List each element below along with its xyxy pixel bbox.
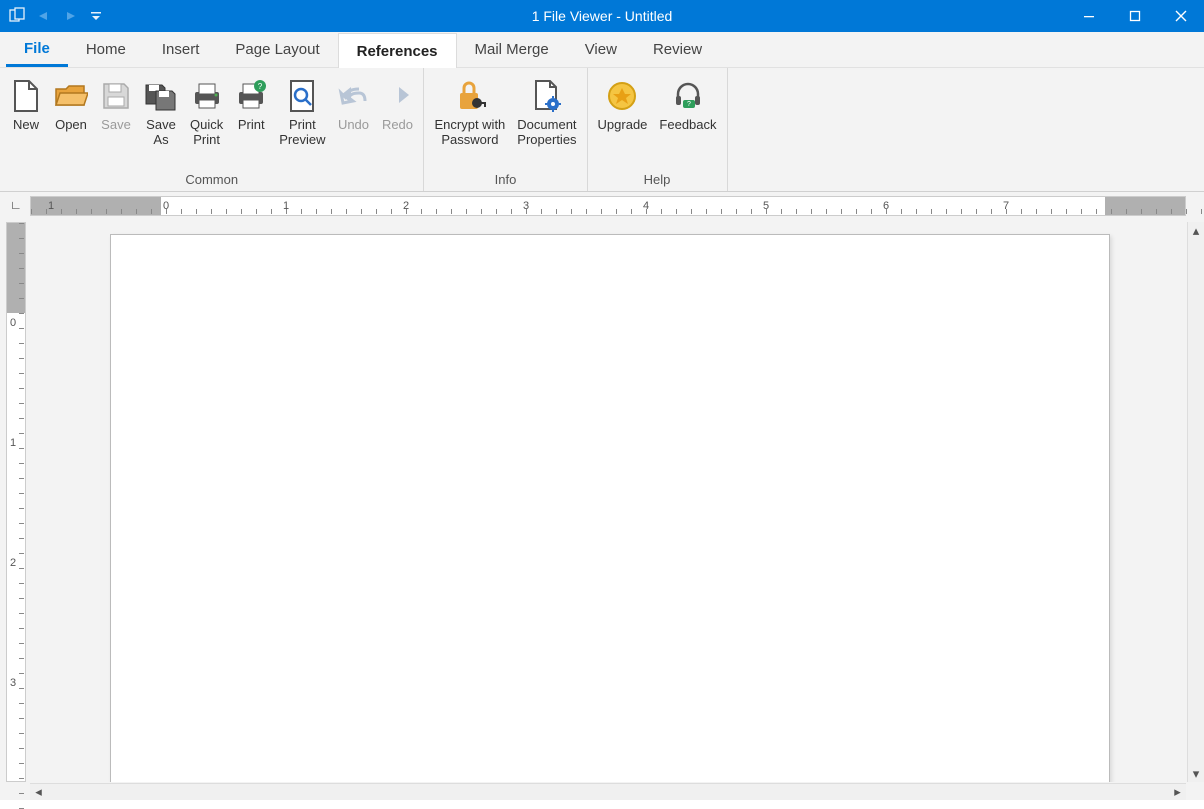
tab-insert[interactable]: Insert (144, 32, 218, 67)
qat-redo-icon[interactable] (60, 6, 80, 26)
redo-button[interactable]: Redo (375, 72, 419, 170)
print-preview-button[interactable]: Print Preview (273, 72, 331, 170)
document-page[interactable] (110, 234, 1110, 782)
quick-print-button[interactable]: Quick Print (184, 72, 229, 170)
tab-mail-merge[interactable]: Mail Merge (457, 32, 567, 67)
workspace: ∟ 1 0 1 2 3 4 5 6 7 0 1 2 3 ▴ ▾ ◂ ▸ (0, 192, 1204, 800)
redo-icon (381, 76, 413, 116)
tab-file[interactable]: File (6, 32, 68, 67)
doc-properties-button[interactable]: Document Properties (511, 72, 582, 170)
ribbon-group-help: Upgrade ? Feedback Help (588, 68, 728, 191)
encrypt-label: Encrypt with Password (434, 118, 505, 148)
svg-text:?: ? (258, 82, 263, 91)
feedback-label: Feedback (659, 118, 716, 133)
print-button[interactable]: ? Print (229, 72, 273, 170)
feedback-button[interactable]: ? Feedback (653, 72, 722, 170)
tab-home[interactable]: Home (68, 32, 144, 67)
svg-text:?: ? (687, 101, 691, 108)
upgrade-label: Upgrade (598, 118, 648, 133)
doc-properties-label: Document Properties (517, 118, 576, 148)
quick-print-label: Quick Print (190, 118, 223, 148)
save-icon (101, 76, 131, 116)
qat-customize-icon[interactable] (86, 6, 106, 26)
group-label-common: Common (4, 170, 419, 191)
app-icon (8, 6, 28, 26)
print-preview-icon (287, 76, 317, 116)
save-label: Save (101, 118, 131, 133)
feedback-headset-icon: ? (672, 76, 704, 116)
upgrade-coin-icon (606, 76, 638, 116)
new-button[interactable]: New (4, 72, 48, 170)
redo-label: Redo (382, 118, 413, 133)
upgrade-button[interactable]: Upgrade (592, 72, 654, 170)
tab-review[interactable]: Review (635, 32, 720, 67)
scroll-up-icon[interactable]: ▴ (1188, 222, 1204, 239)
save-button[interactable]: Save (94, 72, 138, 170)
horizontal-ruler[interactable]: 1 0 1 2 3 4 5 6 7 (30, 196, 1186, 216)
tab-references[interactable]: References (338, 33, 457, 68)
window-title: 1 File Viewer - Untitled (0, 8, 1204, 24)
ribbon-group-info: Encrypt with Password Document Propertie… (424, 68, 587, 191)
minimize-button[interactable] (1066, 0, 1112, 32)
open-button[interactable]: Open (48, 72, 94, 170)
horizontal-scrollbar[interactable]: ◂ ▸ (30, 783, 1186, 800)
save-as-icon (144, 76, 178, 116)
vertical-ruler[interactable]: 0 1 2 3 (6, 222, 26, 782)
ribbon-tabs: File Home Insert Page Layout References … (0, 32, 1204, 68)
vertical-scrollbar[interactable]: ▴ ▾ (1187, 222, 1204, 782)
tab-page-layout[interactable]: Page Layout (217, 32, 337, 67)
save-as-label: Save As (146, 118, 176, 148)
open-label: Open (55, 118, 87, 133)
maximize-button[interactable] (1112, 0, 1158, 32)
group-label-info: Info (428, 170, 582, 191)
open-folder-icon (54, 76, 88, 116)
ruler-corner-icon: ∟ (10, 198, 22, 212)
qat-undo-icon[interactable] (34, 6, 54, 26)
ribbon: New Open Save Save As (0, 68, 1204, 192)
undo-icon (337, 76, 369, 116)
document-gear-icon (532, 76, 562, 116)
title-bar: 1 File Viewer - Untitled (0, 0, 1204, 32)
group-label-help: Help (592, 170, 723, 191)
scroll-left-icon[interactable]: ◂ (30, 784, 47, 800)
print-preview-label: Print Preview (279, 118, 325, 148)
quick-print-icon (191, 76, 223, 116)
close-button[interactable] (1158, 0, 1204, 32)
print-icon: ? (235, 76, 267, 116)
new-label: New (13, 118, 39, 133)
save-as-button[interactable]: Save As (138, 72, 184, 170)
undo-label: Undo (338, 118, 369, 133)
encrypt-button[interactable]: Encrypt with Password (428, 72, 511, 170)
document-viewport[interactable] (30, 222, 1186, 782)
undo-button[interactable]: Undo (331, 72, 375, 170)
lock-key-icon (454, 76, 486, 116)
scroll-down-icon[interactable]: ▾ (1188, 765, 1204, 782)
scroll-right-icon[interactable]: ▸ (1169, 784, 1186, 800)
tab-view[interactable]: View (567, 32, 635, 67)
print-label: Print (238, 118, 265, 133)
ribbon-group-common: New Open Save Save As (0, 68, 424, 191)
new-file-icon (11, 76, 41, 116)
